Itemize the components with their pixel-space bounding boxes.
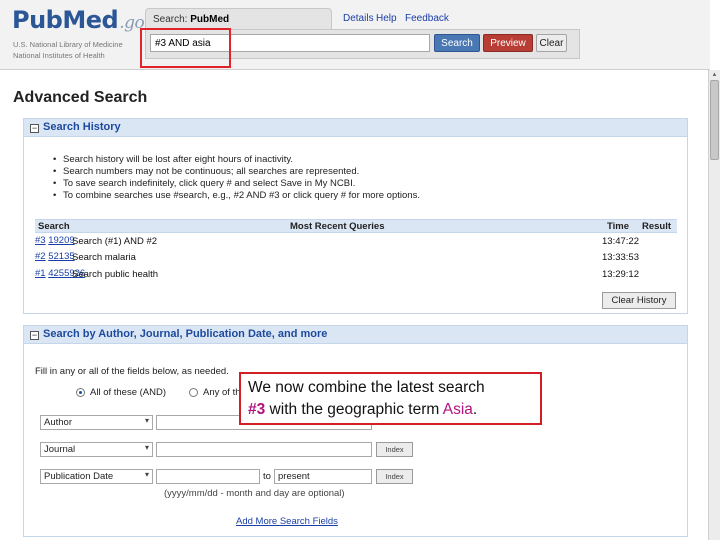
search-tab-prefix: Search: [153, 14, 191, 25]
details-link[interactable]: Details [343, 13, 374, 24]
add-more-fields-link[interactable]: Add More Search Fields [236, 516, 338, 527]
clear-history-button[interactable]: Clear History [602, 292, 676, 309]
query-text: Search malaria [72, 252, 136, 263]
date-format-hint: (yyyy/mm/dd - month and day are optional… [164, 488, 345, 499]
collapse-icon[interactable]: − [30, 331, 39, 340]
search-history-section: −Search History Search history will be l… [23, 118, 688, 314]
search-tab-db: PubMed [190, 14, 230, 25]
search-database-tab[interactable]: Search: PubMed [145, 8, 332, 30]
fill-instruction: Fill in any or all of the fields below, … [35, 366, 229, 377]
nlm-line-2: National Institutes of Health [13, 51, 105, 60]
feedback-link[interactable]: Feedback [405, 13, 449, 24]
search-builder-section: − Search by Author, Journal, Publication … [23, 325, 688, 537]
search-history-title: Search History [43, 121, 121, 133]
callout-end: . [472, 401, 478, 418]
search-builder-header[interactable]: − Search by Author, Journal, Publication … [24, 326, 687, 344]
history-note: To save search indefinitely, click query… [53, 178, 420, 190]
search-history-header[interactable]: − Search History [24, 119, 687, 137]
logo-main-text: PubMed [12, 6, 119, 34]
col-result: Result [642, 221, 672, 232]
annotation-callout: We now combine the latest search #3 with… [239, 372, 542, 425]
dropdown-arrow-icon: ▾ [144, 470, 149, 479]
field-select-value: Journal [44, 444, 76, 455]
col-queries: Most Recent Queries [290, 221, 385, 232]
journal-input[interactable] [156, 442, 372, 457]
field-select-pubdate[interactable]: Publication Date ▾ [40, 469, 153, 484]
collapse-icon[interactable]: − [30, 124, 39, 133]
field-select-value: Publication Date [44, 471, 114, 482]
callout-term: Asia [442, 401, 473, 418]
field-select-author[interactable]: Author ▾ [40, 415, 153, 430]
query-time: 13:33:53 [602, 252, 639, 263]
query-number-link[interactable]: #2 [35, 251, 46, 262]
callout-text-1: We now combine the latest search [248, 379, 485, 396]
query-text: Search (#1) AND #2 [72, 236, 158, 247]
dropdown-arrow-icon: ▾ [144, 443, 149, 452]
dropdown-arrow-icon: ▾ [144, 416, 149, 425]
radio-and-label: All of these (AND) [90, 387, 167, 398]
history-notes-list: Search history will be lost after eight … [53, 154, 420, 202]
preview-button[interactable]: Preview [483, 34, 533, 52]
search-button[interactable]: Search [434, 34, 480, 52]
pubmed-logo[interactable]: PubMed.gov [12, 6, 154, 34]
journal-index-button[interactable]: Index [376, 442, 413, 457]
query-number-link[interactable]: #3 [35, 235, 46, 246]
col-search: Search [38, 221, 70, 232]
radio-or[interactable] [189, 388, 198, 397]
query-text: Search public health [72, 269, 159, 280]
page-scrollbar[interactable]: ▲ [708, 70, 720, 540]
date-from-input[interactable] [156, 469, 260, 484]
radio-and[interactable] [76, 388, 85, 397]
table-row: #1 Search public health 13:29:12 4255926 [35, 268, 677, 282]
col-time: Time [607, 221, 630, 232]
table-row: #3 Search (#1) AND #2 13:47:22 19209 [35, 235, 677, 249]
field-select-journal[interactable]: Journal ▾ [40, 442, 153, 457]
help-link[interactable]: Help [376, 13, 397, 24]
result-count-link[interactable]: 19209 [48, 235, 74, 246]
date-to-input[interactable]: present [274, 469, 372, 484]
table-row: #2 Search malaria 13:33:53 52135 [35, 251, 677, 265]
callout-text-2: with the geographic term [265, 401, 443, 418]
pubdate-index-button[interactable]: Index [376, 469, 413, 484]
result-count-link[interactable]: 52135 [48, 251, 74, 262]
page-title: Advanced Search [13, 89, 148, 106]
query-number-link[interactable]: #1 [35, 268, 46, 279]
callout-ref: #3 [248, 401, 266, 418]
history-table-header: Search Most Recent Queries Time Result [35, 219, 677, 233]
scroll-thumb[interactable] [710, 80, 719, 160]
scroll-up-arrow-icon[interactable]: ▲ [710, 71, 719, 79]
date-to-label: to [263, 471, 271, 482]
header-bar: PubMed.gov U.S. National Library of Medi… [0, 0, 710, 70]
clear-button[interactable]: Clear [536, 34, 567, 52]
query-time: 13:47:22 [602, 236, 639, 247]
nlm-line-1: U.S. National Library of Medicine [13, 40, 123, 49]
search-builder-title: Search by Author, Journal, Publication D… [43, 328, 328, 340]
search-input-highlight [140, 28, 231, 68]
history-note: To combine searches use #search, e.g., #… [53, 190, 420, 202]
field-select-value: Author [44, 417, 72, 428]
query-time: 13:29:12 [602, 269, 639, 280]
history-note: Search numbers may not be continuous; al… [53, 166, 420, 178]
history-note: Search history will be lost after eight … [53, 154, 420, 166]
